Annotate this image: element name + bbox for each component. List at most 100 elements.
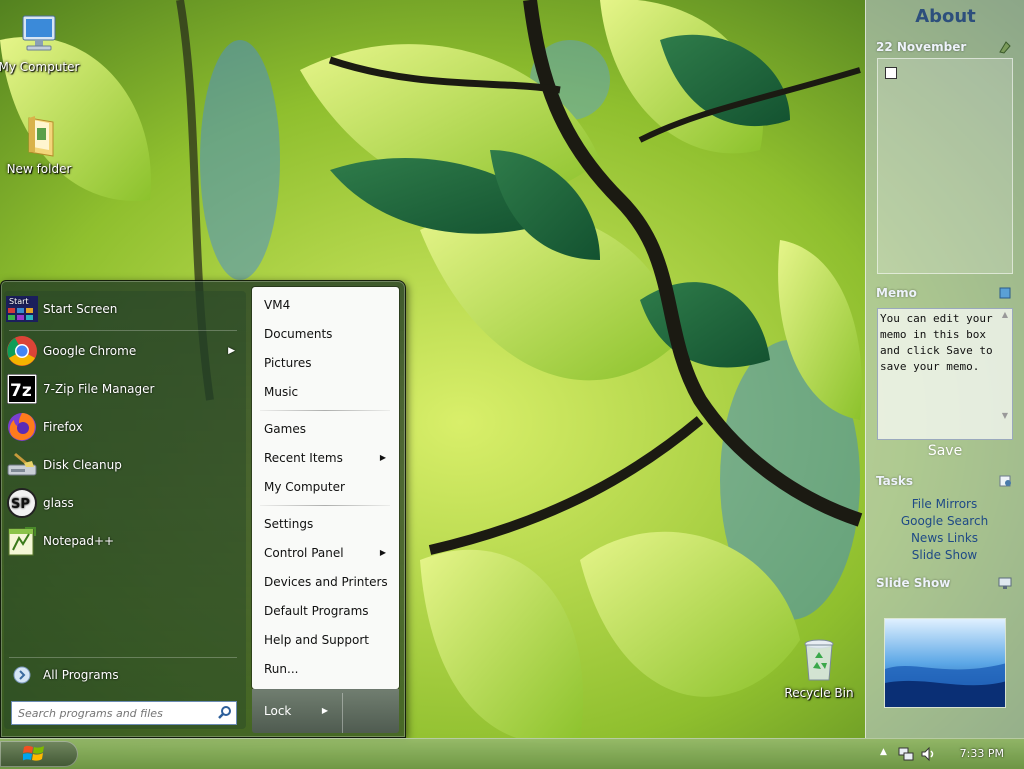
place-music[interactable]: Music xyxy=(264,381,394,403)
programs-separator xyxy=(9,330,237,331)
system-tray: ▲ 7:33 PM xyxy=(874,739,1024,769)
place-label: Games xyxy=(264,422,306,436)
glass-sp-icon: SP xyxy=(5,486,39,520)
memo-save-button[interactable]: Save xyxy=(877,443,1013,459)
folder-icon xyxy=(15,112,63,160)
notepadpp-icon xyxy=(5,524,39,558)
place-label: Music xyxy=(264,385,299,399)
program-label: Google Chrome xyxy=(43,344,137,358)
place-label: Devices and Printers xyxy=(264,575,388,589)
sidebar-title: About xyxy=(915,6,976,27)
desktop-icon-my-computer[interactable]: My Computer xyxy=(0,10,82,74)
desktop-icon-label: My Computer xyxy=(0,60,80,74)
program-disk-cleanup[interactable]: Disk Cleanup xyxy=(5,447,241,483)
taskbar: ▲ 7:33 PM xyxy=(0,738,1024,769)
search-icon[interactable] xyxy=(217,705,233,721)
slideshow-title: Slide Show xyxy=(876,576,951,590)
lock-label: Lock xyxy=(264,704,292,718)
program-label: Notepad++ xyxy=(43,534,115,548)
network-icon[interactable] xyxy=(898,746,914,762)
place-devices-and-printers[interactable]: Devices and Printers xyxy=(264,571,394,593)
place-label: Pictures xyxy=(264,356,312,370)
program-label: glass xyxy=(43,496,74,510)
task-link-news-links[interactable]: News Links xyxy=(865,531,1024,545)
all-programs-arrow-icon xyxy=(5,658,39,692)
slideshow-gadget-icon[interactable] xyxy=(998,576,1012,590)
places-separator xyxy=(260,410,390,411)
scroll-up-icon[interactable]: ▲ xyxy=(999,310,1011,319)
calendar-gadget-icon[interactable] xyxy=(998,40,1012,54)
place-label: Control Panel xyxy=(264,546,344,560)
taskbar-clock[interactable]: 7:33 PM xyxy=(960,747,1004,760)
place-documents[interactable]: Documents xyxy=(264,323,394,345)
program-label: Disk Cleanup xyxy=(43,458,122,472)
place-label: VM4 xyxy=(264,298,291,312)
program-glass[interactable]: SP glass xyxy=(5,485,241,521)
power-area: Lock ▶ xyxy=(252,689,399,733)
memo-textarea[interactable]: You can edit your memo in this box and c… xyxy=(877,308,1013,440)
program-google-chrome[interactable]: Google Chrome ▶ xyxy=(5,333,241,369)
desktop-icon-new-folder[interactable]: New folder xyxy=(0,112,82,176)
start-screen-icon-text: Start xyxy=(9,297,29,306)
memo-title: Memo xyxy=(876,286,917,300)
place-games[interactable]: Games xyxy=(264,418,394,440)
place-vm4[interactable]: VM4 xyxy=(264,294,394,316)
submenu-arrow-icon: ▶ xyxy=(379,453,386,462)
program-notepadpp[interactable]: Notepad++ xyxy=(5,523,241,559)
note-icon xyxy=(885,67,897,79)
tasks-gadget-icon[interactable] xyxy=(998,474,1012,488)
place-recent-items[interactable]: Recent Items ▶ xyxy=(264,447,394,469)
chrome-icon xyxy=(5,334,39,368)
start-menu-places-pane: VM4 Documents Pictures Music Games Recen… xyxy=(252,287,399,689)
places-separator xyxy=(260,505,390,506)
place-label: Recent Items xyxy=(264,451,343,465)
place-settings[interactable]: Settings xyxy=(264,513,394,535)
start-button[interactable] xyxy=(0,741,78,767)
glass-sp-icon-text: SP xyxy=(11,497,30,512)
place-run[interactable]: Run... xyxy=(264,658,394,680)
program-label: Start Screen xyxy=(43,302,118,316)
volume-icon[interactable] xyxy=(920,746,936,762)
memo-gadget-icon[interactable] xyxy=(998,286,1012,300)
place-help-and-support[interactable]: Help and Support xyxy=(264,629,394,651)
place-label: Documents xyxy=(264,327,333,341)
all-programs-button[interactable]: All Programs xyxy=(5,657,241,693)
program-firefox[interactable]: Firefox xyxy=(5,409,241,445)
submenu-arrow-icon: ▶ xyxy=(228,346,235,356)
program-label: 7-Zip File Manager xyxy=(43,382,155,396)
calendar-notes-box[interactable] xyxy=(877,58,1013,274)
place-pictures[interactable]: Pictures xyxy=(264,352,394,374)
start-screen-icon: Start xyxy=(5,292,39,326)
lock-button[interactable]: Lock ▶ xyxy=(252,689,342,733)
place-control-panel[interactable]: Control Panel ▶ xyxy=(264,542,394,564)
task-link-file-mirrors[interactable]: File Mirrors xyxy=(865,497,1024,511)
show-hidden-icons-arrow-icon[interactable]: ▲ xyxy=(880,747,887,757)
memo-scrollbar[interactable]: ▲ ▼ xyxy=(999,310,1011,438)
all-programs-label: All Programs xyxy=(43,668,119,682)
start-menu: Start Start Screen Google Chrome ▶ 7z 7-… xyxy=(0,280,406,738)
desktop-icon-recycle-bin[interactable]: Recycle Bin xyxy=(776,636,862,700)
windows-logo-icon xyxy=(23,745,44,761)
search-input[interactable] xyxy=(11,701,237,725)
place-label: Help and Support xyxy=(264,633,369,647)
place-label: My Computer xyxy=(264,480,345,494)
program-label: Firefox xyxy=(43,420,83,434)
recycle-bin-icon xyxy=(795,636,843,684)
place-my-computer[interactable]: My Computer xyxy=(264,476,394,498)
lock-options-arrow-icon[interactable]: ▶ xyxy=(322,689,328,733)
task-link-slide-show[interactable]: Slide Show xyxy=(865,548,1024,562)
slideshow-image[interactable] xyxy=(884,618,1006,708)
desktop-icon-label: Recycle Bin xyxy=(784,686,854,700)
place-default-programs[interactable]: Default Programs xyxy=(264,600,394,622)
tasks-title: Tasks xyxy=(876,474,914,488)
task-link-google-search[interactable]: Google Search xyxy=(865,514,1024,528)
firefox-icon xyxy=(5,410,39,444)
scroll-down-icon[interactable]: ▼ xyxy=(999,411,1011,420)
program-7zip[interactable]: 7z 7-Zip File Manager xyxy=(5,371,241,407)
power-separator xyxy=(342,693,343,733)
place-label: Run... xyxy=(264,662,299,676)
place-label: Settings xyxy=(264,517,314,531)
7zip-icon: 7z xyxy=(5,372,39,406)
submenu-arrow-icon: ▶ xyxy=(379,548,386,557)
program-start-screen[interactable]: Start Start Screen xyxy=(5,291,241,327)
